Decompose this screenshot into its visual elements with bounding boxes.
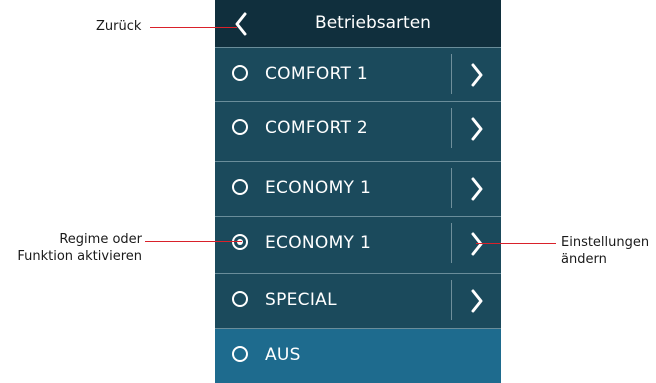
divider bbox=[451, 108, 452, 148]
divider bbox=[451, 168, 452, 208]
chevron-right-icon bbox=[471, 232, 483, 256]
radio-button[interactable] bbox=[232, 291, 248, 307]
annotation-activate-line2: Funktion aktivieren bbox=[17, 249, 142, 264]
mode-label: COMFORT 2 bbox=[265, 118, 368, 138]
chevron-right-icon bbox=[471, 289, 483, 313]
mode-label: ECONOMY 1 bbox=[265, 178, 372, 198]
radio-button[interactable] bbox=[232, 119, 248, 135]
mode-row-special[interactable]: SPECIAL bbox=[215, 273, 501, 327]
mode-label: SPECIAL bbox=[265, 290, 337, 310]
annotation-activate-line1: Regime oder bbox=[59, 232, 142, 247]
page-title: Betriebsarten bbox=[315, 13, 431, 33]
back-button[interactable] bbox=[223, 6, 259, 42]
radio-button-selected[interactable] bbox=[232, 234, 248, 250]
annotation-back: Zurück bbox=[96, 19, 142, 34]
radio-button[interactable] bbox=[232, 179, 248, 195]
leader-line-activate bbox=[145, 241, 242, 242]
annotation-settings-line2: ändern bbox=[561, 252, 607, 267]
chevron-right-icon bbox=[471, 177, 483, 201]
mode-row-aus[interactable]: AUS bbox=[215, 328, 501, 383]
annotation-settings-line1: Einstellungen bbox=[561, 235, 650, 250]
settings-chevron-button[interactable] bbox=[460, 170, 494, 208]
settings-chevron-button[interactable] bbox=[460, 225, 494, 263]
chevron-right-icon bbox=[471, 63, 483, 87]
settings-chevron-button[interactable] bbox=[460, 56, 494, 94]
settings-chevron-button[interactable] bbox=[460, 110, 494, 148]
mode-label: AUS bbox=[265, 345, 301, 365]
mode-row-comfort-1[interactable]: COMFORT 1 bbox=[215, 47, 501, 101]
leader-line-settings bbox=[476, 243, 556, 244]
divider bbox=[451, 54, 452, 94]
leader-line-back bbox=[150, 27, 237, 28]
radio-button[interactable] bbox=[232, 346, 248, 362]
header-bar: Betriebsarten bbox=[215, 0, 501, 47]
settings-chevron-button[interactable] bbox=[460, 282, 494, 320]
chevron-left-icon bbox=[235, 12, 247, 36]
mode-row-economy-1[interactable]: ECONOMY 1 bbox=[215, 161, 501, 215]
mode-label: ECONOMY 1 bbox=[265, 233, 372, 253]
divider bbox=[451, 223, 452, 263]
chevron-right-icon bbox=[471, 117, 483, 141]
radio-button[interactable] bbox=[232, 65, 248, 81]
mode-row-comfort-2[interactable]: COMFORT 2 bbox=[215, 101, 501, 155]
mode-row-economy-1-selected[interactable]: ECONOMY 1 bbox=[215, 216, 501, 270]
divider bbox=[451, 280, 452, 320]
mode-label: COMFORT 1 bbox=[265, 64, 368, 84]
device-screen: Betriebsarten COMFORT 1 COMFORT 2 ECONOM… bbox=[215, 0, 501, 383]
